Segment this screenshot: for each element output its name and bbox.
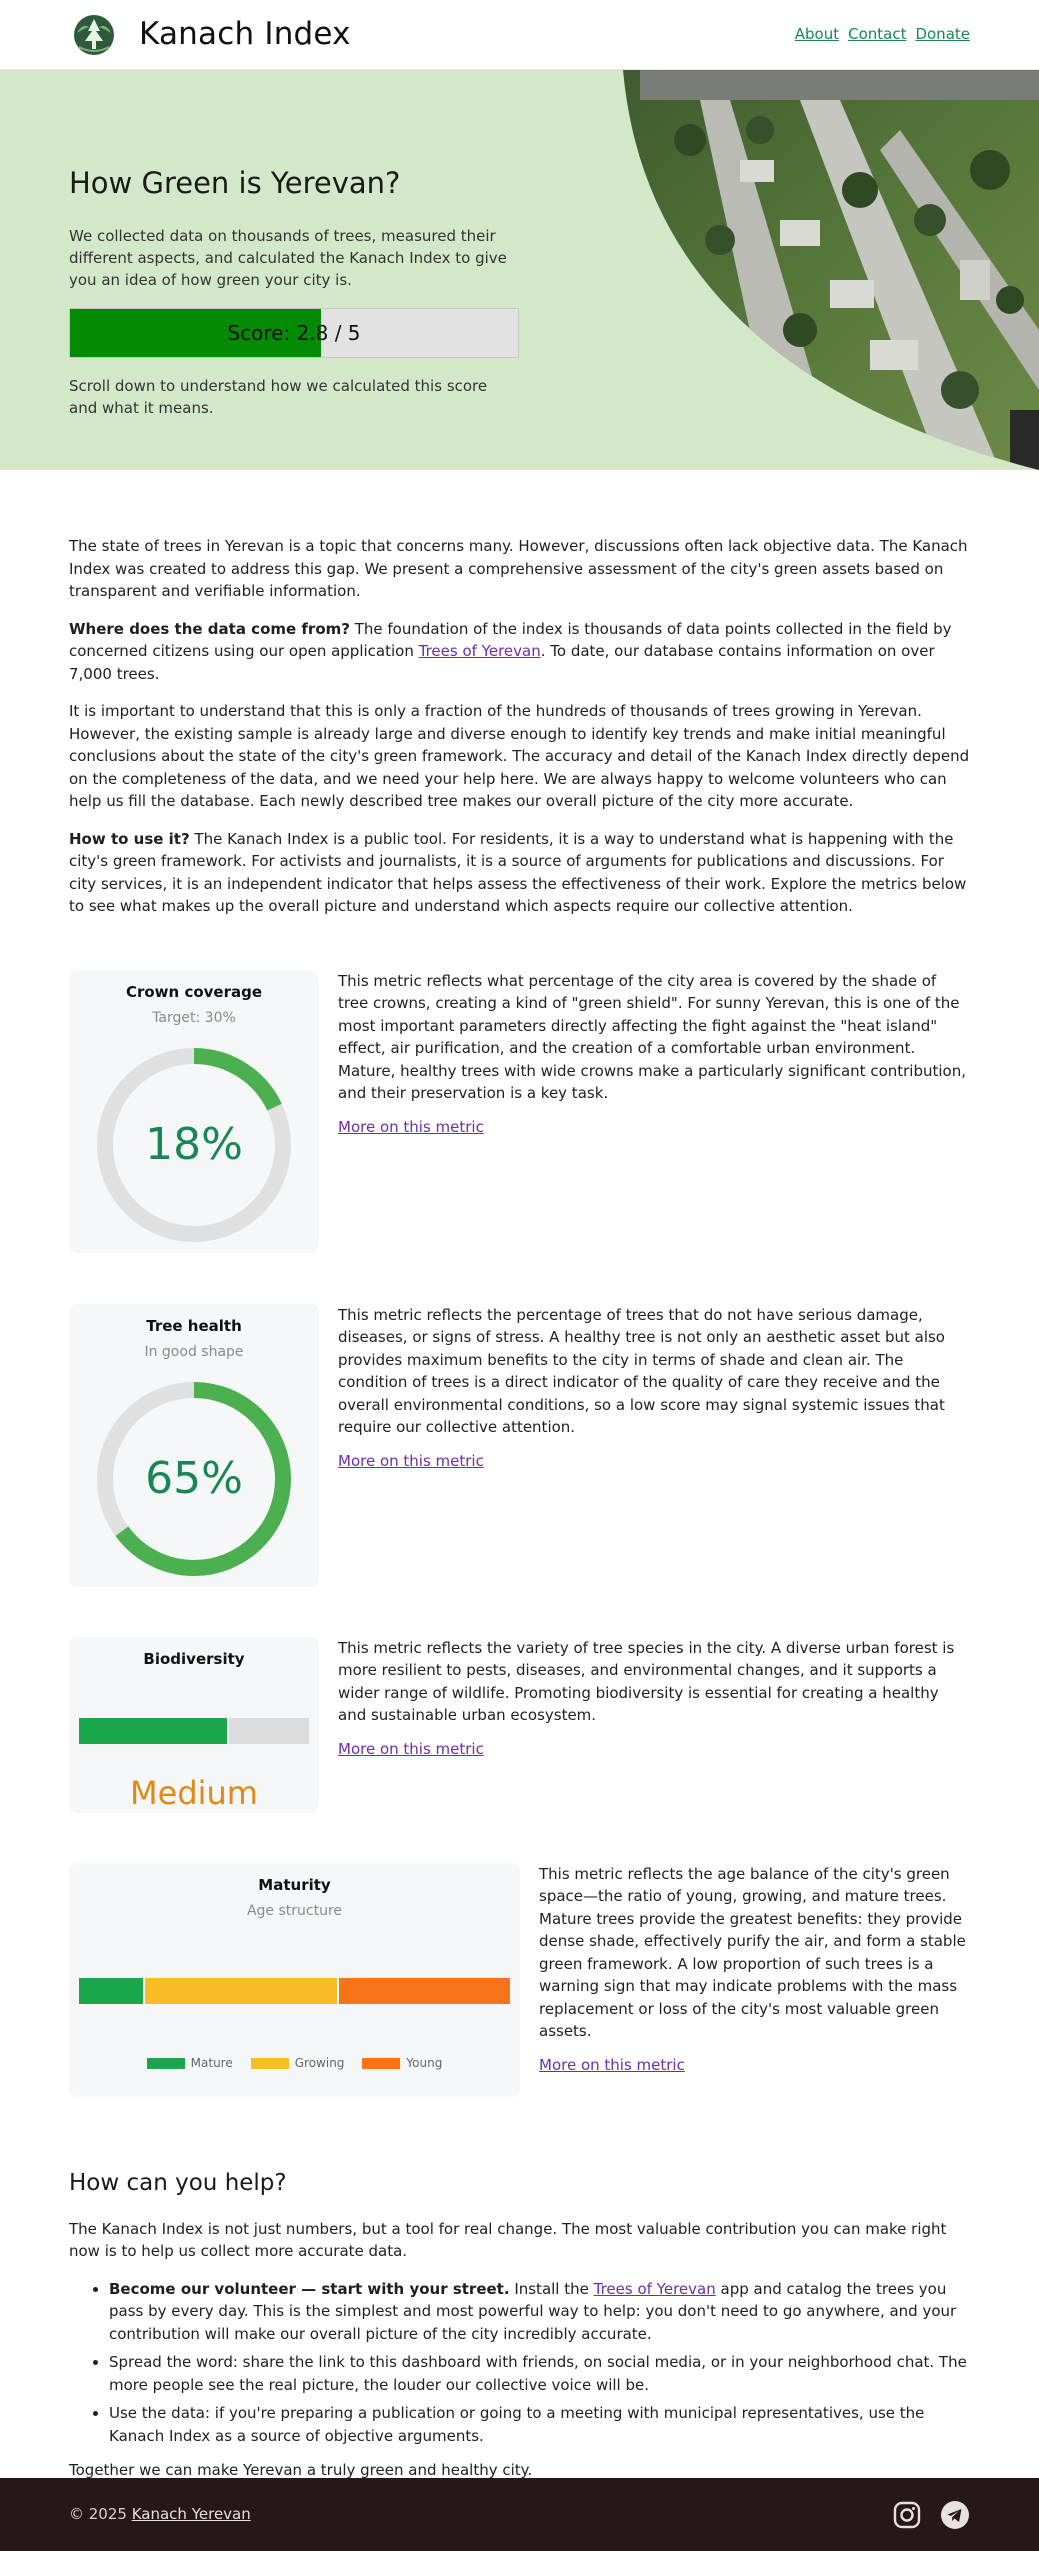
intro-paragraph-2: Where does the data come from? The found…: [69, 618, 970, 686]
crown-coverage-description: This metric reflects what percentage of …: [338, 970, 969, 1253]
score-label: Score: 2.8 / 5: [227, 320, 361, 345]
trees-of-yerevan-link[interactable]: Trees of Yerevan: [419, 642, 541, 660]
maturity-segment-mature: [79, 1977, 146, 2004]
kanach-yerevan-link[interactable]: Kanach Yerevan: [132, 2505, 251, 2523]
intro-paragraph-1: The state of trees in Yerevan is a topic…: [69, 537, 968, 600]
nav-donate-link[interactable]: Donate: [915, 24, 970, 46]
maturity-segment-young: [339, 1977, 510, 2004]
biodiversity-more-link[interactable]: More on this metric: [338, 1740, 484, 1758]
legend-item-growing: Growing: [250, 2055, 345, 2072]
main-content: The state of trees in Yerevan is a topic…: [0, 470, 1039, 2482]
social-links: [892, 2500, 970, 2530]
maturity-stacked-bar: [79, 1977, 510, 2004]
help-text: Install the: [509, 2279, 594, 2298]
help-item-volunteer: Become our volunteer — start with your s…: [109, 2278, 970, 2346]
crown-coverage-card: Crown coverage Target: 30% 18%: [69, 969, 319, 1253]
biodiversity-value: Medium: [130, 1774, 258, 1813]
help-volunteer-heading: Become our volunteer — start with your s…: [109, 2279, 510, 2298]
legend-label: Growing: [294, 2055, 345, 2070]
hero-title: How Green is Yerevan?: [69, 166, 401, 200]
biodiversity-bar-track: [229, 1718, 309, 1745]
metric-description: This metric reflects what percentage of …: [338, 971, 967, 1103]
site-header: Kanach Index About Contact Donate: [0, 0, 1039, 70]
card-title: Maturity: [258, 1875, 331, 1894]
legend-swatch: [362, 2057, 401, 2069]
metric-description: This metric reflects the percentage of t…: [338, 1305, 945, 1437]
tree-logo-icon: [74, 14, 114, 55]
hero-description: We collected data on thousands of trees,…: [69, 227, 507, 289]
legend-label: Mature: [190, 2055, 233, 2070]
intro-section: The state of trees in Yerevan is a topic…: [69, 470, 970, 918]
biodiversity-bar-fill: [79, 1718, 228, 1745]
main-nav: About Contact Donate: [795, 24, 970, 46]
maturity-more-link[interactable]: More on this metric: [539, 2056, 685, 2074]
metric-description: This metric reflects the variety of tree…: [338, 1638, 955, 1725]
tree-health-value: 65%: [145, 1452, 243, 1504]
maturity-segment-growing: [145, 1977, 340, 2004]
health-more-link[interactable]: More on this metric: [338, 1452, 484, 1470]
card-title: Crown coverage: [125, 982, 263, 1001]
hero-note: Scroll down to understand how we calcula…: [69, 377, 488, 418]
brand-name: Kanach Index: [139, 16, 351, 53]
copyright-text: © 2025: [69, 2504, 132, 2523]
card-title: Biodiversity: [143, 1649, 245, 1668]
metric-crown-coverage: Crown coverage Target: 30% 18% This metr…: [69, 969, 970, 1253]
crown-coverage-ring: 18%: [94, 1045, 294, 1245]
metric-maturity: Maturity Age structure Mature Growing Youn…: [69, 1862, 970, 2097]
intro-data-source-heading: Where does the data come from?: [69, 619, 350, 638]
hero-section: How Green is Yerevan? We collected data …: [0, 70, 1039, 470]
intro-paragraph-4: How to use it? The Kanach Index is a pub…: [69, 828, 970, 918]
legend-label: Young: [406, 2055, 443, 2070]
metric-description: This metric reflects the age balance of …: [539, 1864, 966, 2041]
legend-item-mature: Mature: [146, 2055, 233, 2072]
card-subtitle: Target: 30%: [152, 1010, 236, 1027]
score-bar: Score: 2.8 / 5: [69, 308, 519, 359]
help-title: How can you help?: [69, 2169, 287, 2196]
maturity-legend: Mature Growing Young: [79, 2055, 510, 2072]
biodiversity-card: Biodiversity Medium: [69, 1636, 319, 1813]
intro-how-to-use-heading: How to use it?: [69, 829, 190, 848]
help-item-use-data: Use the data: if you're preparing a publ…: [109, 2402, 970, 2447]
tree-health-ring: 65%: [94, 1379, 294, 1579]
biodiversity-bar: [79, 1718, 309, 1745]
nav-about-link[interactable]: About: [795, 24, 839, 46]
legend-swatch: [250, 2057, 289, 2069]
tree-health-description: This metric reflects the percentage of t…: [338, 1304, 969, 1587]
maturity-description: This metric reflects the age balance of …: [539, 1863, 969, 2097]
crown-more-link[interactable]: More on this metric: [338, 1118, 484, 1136]
tree-health-card: Tree health In good shape 65%: [69, 1303, 319, 1587]
help-intro: The Kanach Index is not just numbers, bu…: [69, 2219, 947, 2261]
telegram-icon[interactable]: [940, 2500, 970, 2530]
intro-paragraph-3: It is important to understand that this …: [69, 702, 970, 810]
metric-biodiversity: Biodiversity Medium This metric reflects…: [69, 1636, 970, 1813]
trees-of-yerevan-app-link[interactable]: Trees of Yerevan: [594, 2280, 716, 2298]
crown-coverage-value: 18%: [145, 1118, 243, 1170]
metric-tree-health: Tree health In good shape 65% This metri…: [69, 1303, 970, 1587]
hero-text: How Green is Yerevan? We collected data …: [69, 162, 519, 420]
footer-copyright: © 2025 Kanach Yerevan: [69, 2504, 251, 2526]
biodiversity-description: This metric reflects the variety of tree…: [338, 1637, 969, 1813]
site-footer: © 2025 Kanach Yerevan: [0, 2478, 1039, 2551]
instagram-icon[interactable]: [892, 2500, 922, 2530]
brand[interactable]: Kanach Index: [69, 12, 351, 57]
maturity-card: Maturity Age structure Mature Growing Youn…: [69, 1862, 520, 2097]
card-subtitle: In good shape: [144, 1344, 244, 1361]
card-title: Tree health: [146, 1316, 242, 1335]
legend-swatch: [146, 2057, 185, 2069]
intro-text: The Kanach Index is a public tool. For r…: [69, 829, 967, 916]
nav-contact-link[interactable]: Contact: [848, 24, 906, 46]
card-subtitle: Age structure: [246, 1903, 343, 1920]
legend-item-young: Young: [362, 2055, 442, 2072]
help-section: How can you help? The Kanach Index is no…: [69, 2097, 970, 2482]
help-list: Become our volunteer — start with your s…: [69, 2278, 970, 2448]
help-item-spread: Spread the word: share the link to this …: [109, 2351, 970, 2396]
